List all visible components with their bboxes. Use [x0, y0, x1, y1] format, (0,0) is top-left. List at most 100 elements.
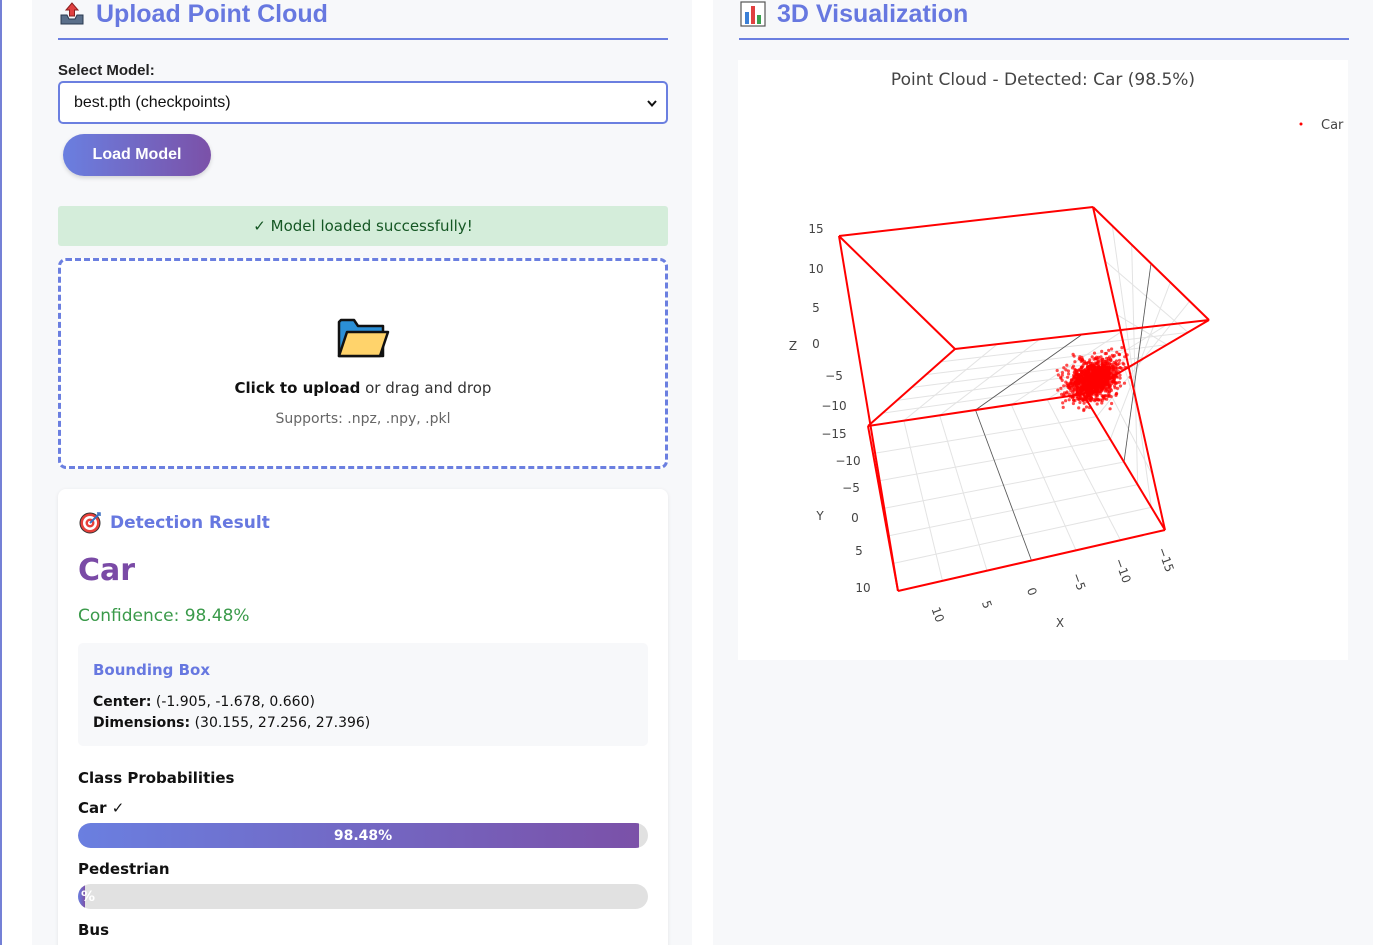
scatter-point — [1092, 351, 1097, 355]
bounding-box-section: Bounding Box Center: (-1.905, -1.678, 0.… — [78, 643, 648, 746]
scatter-point — [1113, 386, 1117, 390]
bounding-box-wireframe — [838, 206, 1210, 592]
scatter-point — [1081, 382, 1085, 386]
dropzone-instructions: Click to upload or drag and drop — [61, 379, 665, 397]
scatter-point — [1056, 373, 1060, 377]
point-cloud-plot[interactable]: Point Cloud - Detected: Car (98.5%) Car … — [738, 60, 1348, 660]
z-tick-label: −10 — [821, 399, 846, 413]
scatter-point — [1117, 352, 1121, 356]
scatter-point — [1088, 358, 1092, 362]
scatter-point — [1121, 361, 1125, 365]
scatter-point — [1075, 380, 1079, 384]
prob-label-bus: Bus — [78, 921, 110, 939]
scatter-point — [1091, 376, 1095, 380]
bbox-edge — [1092, 206, 1210, 321]
x-tick-label: 10 — [929, 605, 947, 624]
scatter-point — [1105, 373, 1109, 377]
scatter-point — [1061, 405, 1065, 409]
scatter-point — [1056, 388, 1060, 392]
scatter-point — [1104, 394, 1108, 398]
scatter-point — [1101, 370, 1106, 374]
bbox-dimensions-value: (30.155, 27.256, 27.396) — [190, 715, 371, 731]
y-axis-label: Y — [815, 509, 824, 523]
y-tick-label: 10 — [855, 581, 870, 595]
scatter-point — [1064, 399, 1068, 403]
scatter-point — [1118, 376, 1122, 380]
bbox-edge — [838, 206, 1094, 237]
scatter-point — [1062, 384, 1066, 388]
z-tick-label: −5 — [825, 369, 843, 383]
x-axis-label: X — [1056, 616, 1064, 630]
scatter-point — [1117, 380, 1121, 384]
scatter-point — [1067, 372, 1071, 376]
upload-panel-title: Upload Point Cloud — [96, 0, 328, 28]
visualization-panel: 3D Visualization Point Cloud - Detected:… — [713, 0, 1373, 945]
load-model-button[interactable]: Load Model — [63, 134, 211, 176]
upload-dropzone[interactable]: Click to upload or drag and drop Support… — [58, 258, 668, 469]
plot-grid — [867, 206, 1210, 592]
bbox-center-value: (-1.905, -1.678, 0.660) — [151, 694, 315, 710]
visualization-panel-header: 3D Visualization — [739, 0, 1349, 40]
bbox-dimensions: Dimensions: (30.155, 27.256, 27.396) — [93, 713, 633, 734]
scatter-point — [1073, 360, 1077, 364]
scatter-point — [1110, 401, 1114, 406]
scatter-point — [1090, 397, 1094, 401]
class-probabilities-title: Class Probabilities — [78, 769, 235, 787]
legend-label-car: Car — [1321, 118, 1344, 133]
point-cloud-svg[interactable]: Point Cloud - Detected: Car (98.5%) Car … — [738, 60, 1348, 660]
scatter-point — [1118, 384, 1122, 388]
detection-result-card: Detection Result Car Confidence: 98.48% … — [58, 489, 668, 945]
scatter-point — [1077, 357, 1081, 361]
z-tick-label: 10 — [808, 262, 823, 276]
bbox-center-label: Center: — [93, 694, 152, 710]
x-tick-label: −15 — [1155, 545, 1177, 574]
scatter-point — [1107, 348, 1111, 352]
scatter-point — [1106, 366, 1110, 371]
bbox-edge — [838, 235, 899, 592]
upload-panel-header: Upload Point Cloud — [58, 0, 668, 40]
upload-panel: Upload Point Cloud Select Model: best.pt… — [32, 0, 692, 945]
click-to-upload-text: Click to upload — [234, 379, 361, 397]
visualization-panel-title: 3D Visualization — [777, 0, 969, 28]
y-tick-label: −5 — [842, 481, 860, 495]
scatter-point — [1077, 397, 1081, 401]
scatter-point — [1071, 364, 1076, 368]
scatter-point — [1082, 401, 1086, 405]
scatter-point — [1064, 391, 1068, 395]
scatter-point — [1094, 394, 1098, 398]
scatter-point — [1094, 362, 1098, 366]
scatter-point — [1104, 388, 1108, 392]
scatter-point — [1117, 358, 1122, 362]
scatter-point — [1114, 362, 1118, 366]
scatter-point — [1067, 398, 1071, 402]
scatter-point — [1099, 355, 1103, 359]
scatter-point — [1072, 354, 1076, 358]
scatter-point — [1107, 385, 1111, 389]
scatter-point — [1100, 349, 1104, 353]
scatter-point — [1080, 373, 1084, 377]
prob-value-car: 98.48% — [333, 827, 393, 844]
scatter-point — [1108, 407, 1112, 411]
y-tick-label: 5 — [855, 544, 863, 558]
x-tick-label: 5 — [979, 599, 995, 611]
legend[interactable]: Car — [1299, 118, 1345, 133]
scatter-point — [1064, 368, 1068, 372]
prob-label-pedestrian: Pedestrian — [78, 860, 170, 878]
drag-drop-text: or drag and drop — [360, 379, 492, 397]
detection-result-header: Detection Result — [78, 511, 270, 535]
scatter-point — [1109, 358, 1113, 362]
scatter-point — [1086, 380, 1090, 384]
select-model-label: Select Model: — [58, 62, 155, 79]
status-message: ✓ Model loaded successfully! — [58, 206, 668, 246]
scatter-point — [1101, 386, 1105, 390]
scatter-point — [1091, 381, 1096, 385]
model-select[interactable]: best.pth (checkpoints) — [58, 81, 668, 124]
scatter-point — [1110, 347, 1114, 351]
scatter-point — [1086, 365, 1090, 369]
chart-title: Point Cloud - Detected: Car (98.5%) — [891, 70, 1195, 90]
scatter-point — [1092, 357, 1096, 361]
x-tick-label: −10 — [1112, 556, 1134, 585]
scatter-point — [1112, 379, 1116, 383]
scatter-point — [1112, 369, 1116, 374]
detected-class: Car — [78, 553, 136, 588]
